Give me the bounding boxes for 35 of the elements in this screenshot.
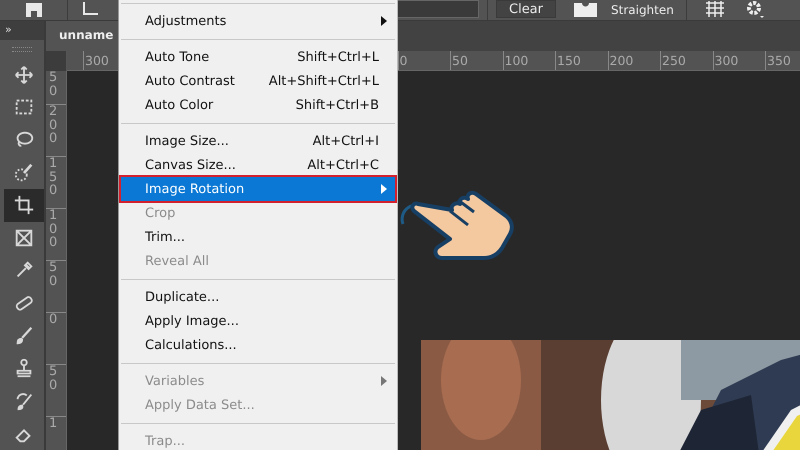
ruler-label: 200 bbox=[48, 105, 58, 146]
ruler-label: 200 bbox=[608, 51, 660, 70]
crop-icon bbox=[13, 194, 35, 216]
ruler-label: 150 bbox=[48, 157, 58, 198]
settings-icon[interactable] bbox=[744, 1, 765, 19]
ruler-label: 0 bbox=[48, 313, 58, 327]
ruler-label: 350 bbox=[765, 51, 800, 70]
menu-item[interactable]: Trim... bbox=[121, 225, 395, 249]
clear-button[interactable]: Clear bbox=[496, 0, 556, 18]
menu-item[interactable]: Image Size... Alt+Ctrl+I bbox=[121, 129, 395, 153]
ruler-label: 50 bbox=[48, 261, 58, 288]
move-icon bbox=[13, 64, 35, 86]
collapse-toggle[interactable]: » bbox=[0, 21, 44, 40]
crop-tool[interactable] bbox=[4, 188, 44, 222]
menu-item[interactable]: Image Rotation bbox=[121, 177, 395, 201]
ruler-label: 100 bbox=[502, 51, 555, 70]
home-icon[interactable] bbox=[23, 3, 45, 17]
menu-item[interactable]: Auto Contrast Alt+Shift+Ctrl+L bbox=[121, 69, 395, 93]
panel-grip[interactable] bbox=[12, 46, 32, 52]
ruler-label: 100 bbox=[48, 209, 58, 250]
ruler-label: 50 bbox=[450, 51, 502, 70]
straighten-label: Straighten bbox=[611, 3, 674, 17]
menu-item[interactable]: Duplicate... bbox=[121, 285, 395, 309]
ruler-label: 50 bbox=[48, 365, 58, 392]
brush-icon bbox=[13, 162, 35, 184]
grid-icon[interactable] bbox=[704, 1, 725, 19]
ruler-label: 250 bbox=[660, 51, 712, 70]
menu-item[interactable]: Apply Image... bbox=[121, 309, 395, 333]
ruler-label: 1 bbox=[48, 417, 58, 431]
ruler-label: 300 bbox=[712, 51, 765, 70]
ruler-label: 50 bbox=[48, 71, 58, 98]
menu-item[interactable]: Canvas Size... Alt+Ctrl+C bbox=[121, 153, 395, 177]
menu-item[interactable]: Calculations... bbox=[121, 333, 395, 357]
menu-item[interactable]: Auto Color Shift+Ctrl+B bbox=[121, 93, 395, 117]
ruler-label: 150 bbox=[555, 51, 608, 70]
